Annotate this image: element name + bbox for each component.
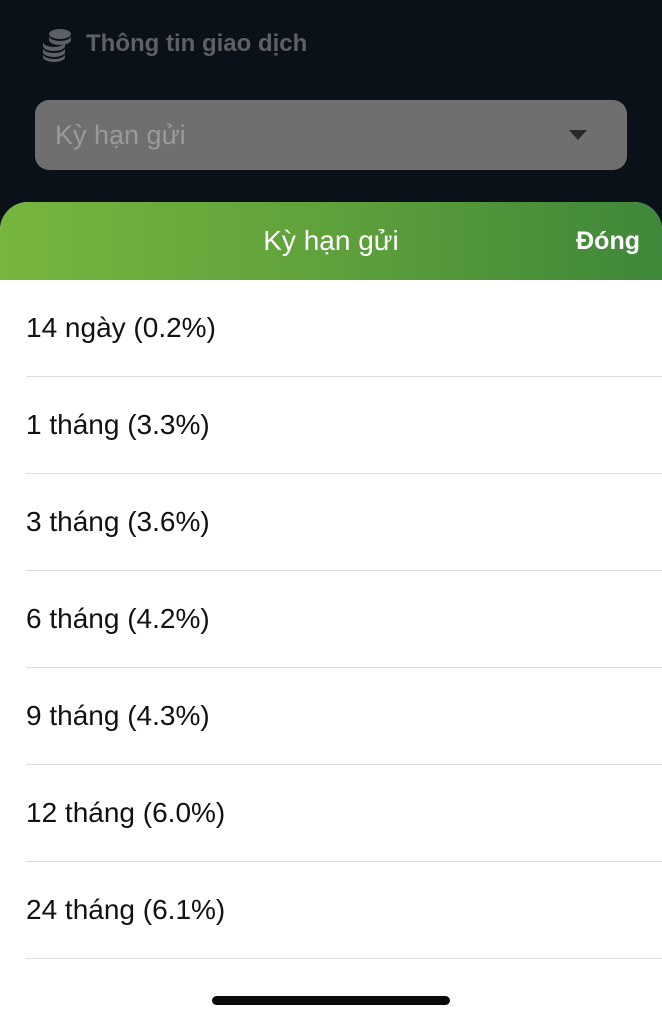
term-option[interactable]: 12 tháng (6.0%) xyxy=(26,765,662,862)
close-button[interactable]: Đóng xyxy=(576,202,640,280)
section-header: Thông tin giao dịch xyxy=(40,24,307,64)
term-dropdown[interactable]: Kỳ hạn gửi xyxy=(35,100,627,170)
home-indicator xyxy=(212,996,450,1005)
term-option[interactable]: 3 tháng (3.6%) xyxy=(26,474,662,571)
term-options-list: 14 ngày (0.2%) 1 tháng (3.3%) 3 tháng (3… xyxy=(0,280,662,959)
term-option[interactable]: 9 tháng (4.3%) xyxy=(26,668,662,765)
sheet-title: Kỳ hạn gửi xyxy=(263,225,399,256)
term-option[interactable]: 14 ngày (0.2%) xyxy=(26,280,662,377)
term-option[interactable]: 24 tháng (6.1%) xyxy=(26,862,662,959)
chevron-down-icon xyxy=(569,130,587,140)
screen: Thông tin giao dịch Kỳ hạn gửi Kỳ hạn gử… xyxy=(0,0,662,1020)
section-title: Thông tin giao dịch xyxy=(86,30,308,57)
term-option[interactable]: 6 tháng (4.2%) xyxy=(26,571,662,668)
sheet-header: Kỳ hạn gửi Đóng xyxy=(0,202,662,280)
term-option[interactable]: 1 tháng (3.3%) xyxy=(26,377,662,474)
term-picker-sheet: Kỳ hạn gửi Đóng 14 ngày (0.2%) 1 tháng (… xyxy=(0,202,662,1020)
dropdown-placeholder: Kỳ hạn gửi xyxy=(55,119,186,150)
coins-icon xyxy=(40,26,74,62)
